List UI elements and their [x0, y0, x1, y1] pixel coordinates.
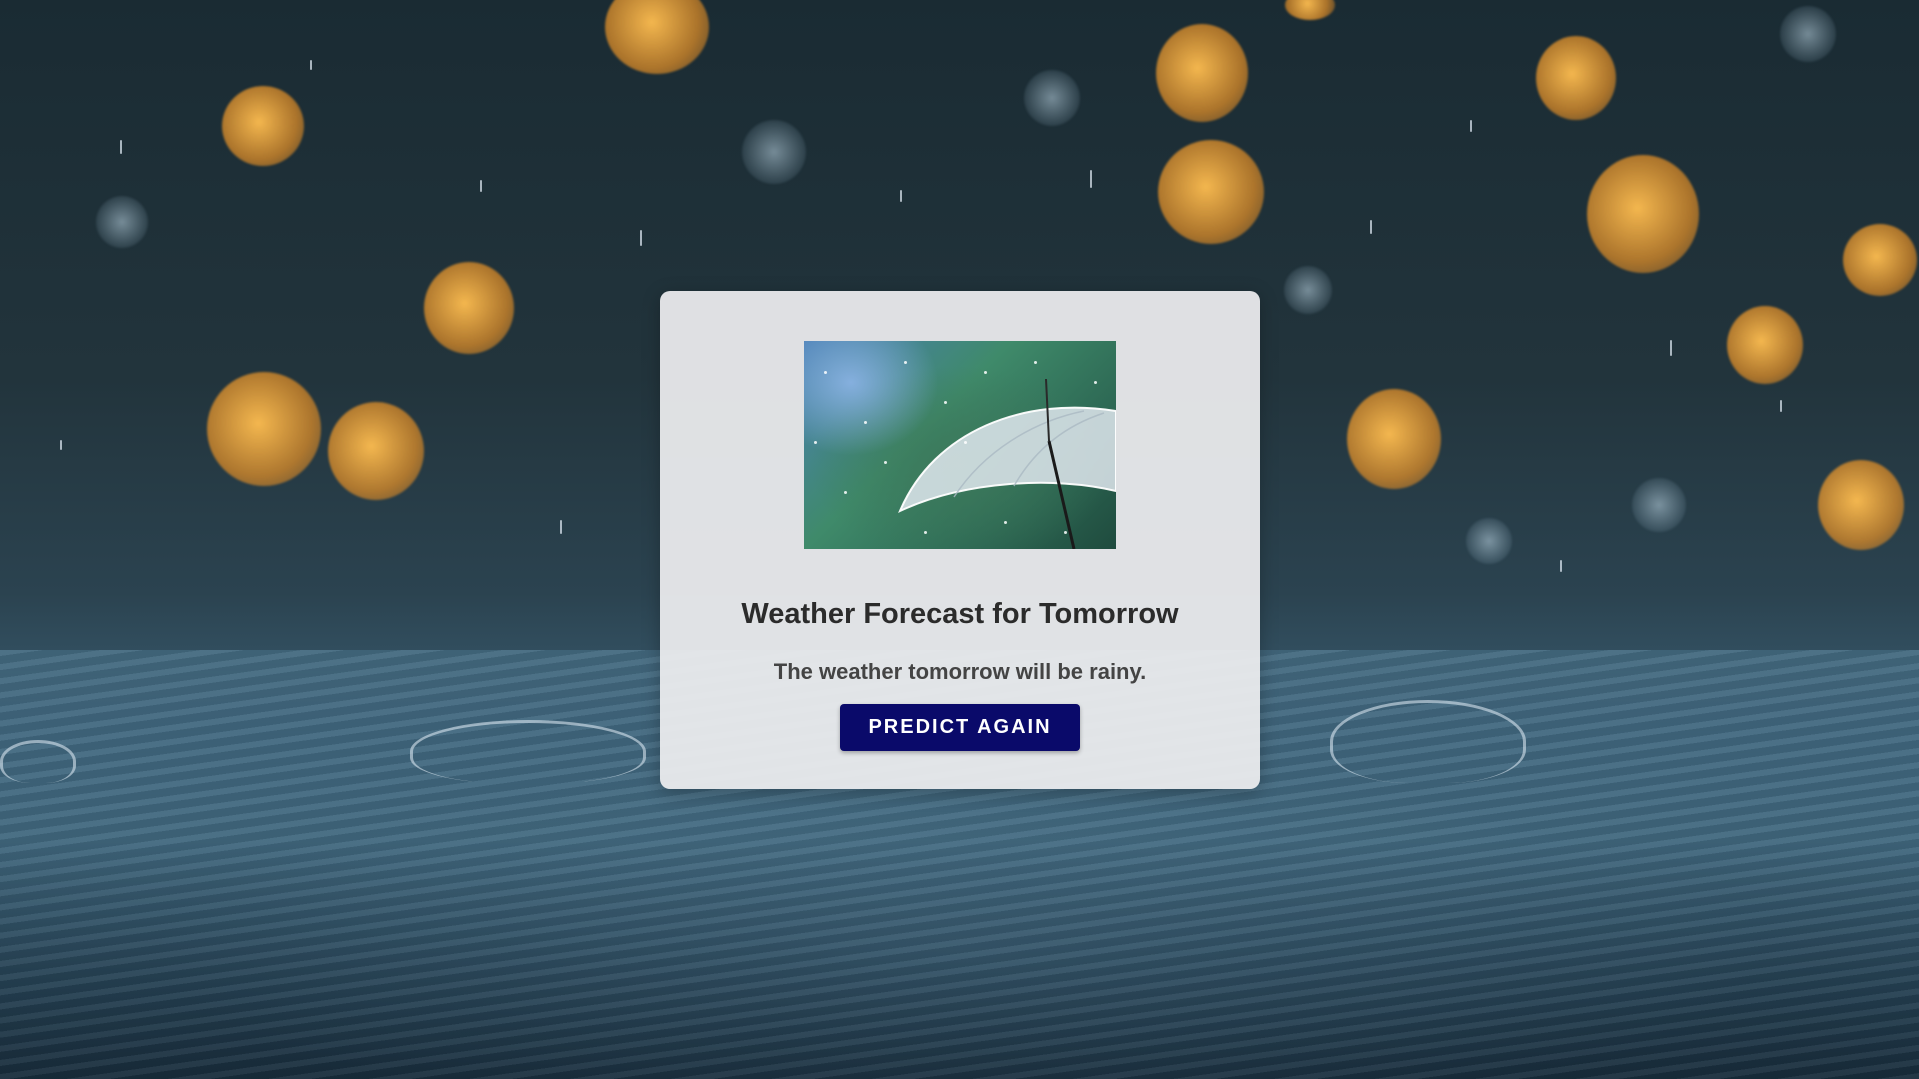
bokeh-light: [1843, 224, 1917, 296]
rain-speck: [904, 361, 907, 364]
forecast-card: Weather Forecast for Tomorrow The weathe…: [660, 291, 1260, 789]
water-splash: [410, 720, 646, 783]
bokeh-light: [1158, 140, 1264, 244]
rain-speck: [844, 491, 847, 494]
rain-speck: [824, 371, 827, 374]
raindrop: [60, 440, 62, 450]
bokeh-light: [424, 262, 514, 354]
bokeh-light: [1285, 0, 1335, 20]
raindrop: [1670, 340, 1672, 356]
bokeh-light: [1632, 478, 1686, 532]
bokeh-light: [96, 196, 148, 248]
bokeh-light: [1466, 518, 1512, 564]
raindrop: [1370, 220, 1372, 234]
bokeh-light: [328, 402, 424, 500]
bokeh-light: [1024, 70, 1080, 126]
umbrella-in-rain-icon: [804, 341, 1116, 549]
rain-speck: [1034, 361, 1037, 364]
water-splash: [1330, 700, 1526, 783]
bokeh-light: [1727, 306, 1803, 384]
predict-again-button[interactable]: PREDICT AGAIN: [840, 704, 1080, 751]
bokeh-light: [207, 372, 321, 486]
bokeh-light: [1780, 6, 1836, 62]
rain-speck: [1094, 381, 1097, 384]
raindrop: [640, 230, 642, 246]
water-splash: [0, 740, 76, 783]
raindrop: [1090, 170, 1092, 188]
raindrop: [1780, 400, 1782, 412]
forecast-title: Weather Forecast for Tomorrow: [741, 598, 1179, 630]
bokeh-light: [742, 120, 806, 184]
raindrop: [900, 190, 902, 202]
background-scene: Weather Forecast for Tomorrow The weathe…: [0, 0, 1919, 1079]
bokeh-light: [1587, 155, 1699, 273]
rain-speck: [1064, 531, 1067, 534]
bokeh-light: [1818, 460, 1904, 550]
rain-speck: [944, 401, 947, 404]
rain-speck: [1004, 521, 1007, 524]
umbrella-icon: [898, 378, 1116, 549]
raindrop: [1560, 560, 1562, 572]
bokeh-light: [1347, 389, 1441, 489]
rain-speck: [864, 421, 867, 424]
raindrop: [480, 180, 482, 192]
rain-speck: [984, 371, 987, 374]
raindrop: [310, 60, 312, 70]
forecast-message: The weather tomorrow will be rainy.: [773, 659, 1147, 684]
rain-speck: [884, 461, 887, 464]
bokeh-light: [222, 86, 304, 166]
raindrop: [120, 140, 122, 154]
rain-speck: [964, 441, 967, 444]
bokeh-light: [1156, 24, 1248, 122]
raindrop: [1470, 120, 1472, 132]
rain-speck: [814, 441, 817, 444]
bokeh-light: [1284, 266, 1332, 314]
rain-speck: [924, 531, 927, 534]
raindrop: [560, 520, 562, 534]
bokeh-light: [605, 0, 709, 74]
bokeh-light: [1536, 36, 1616, 120]
